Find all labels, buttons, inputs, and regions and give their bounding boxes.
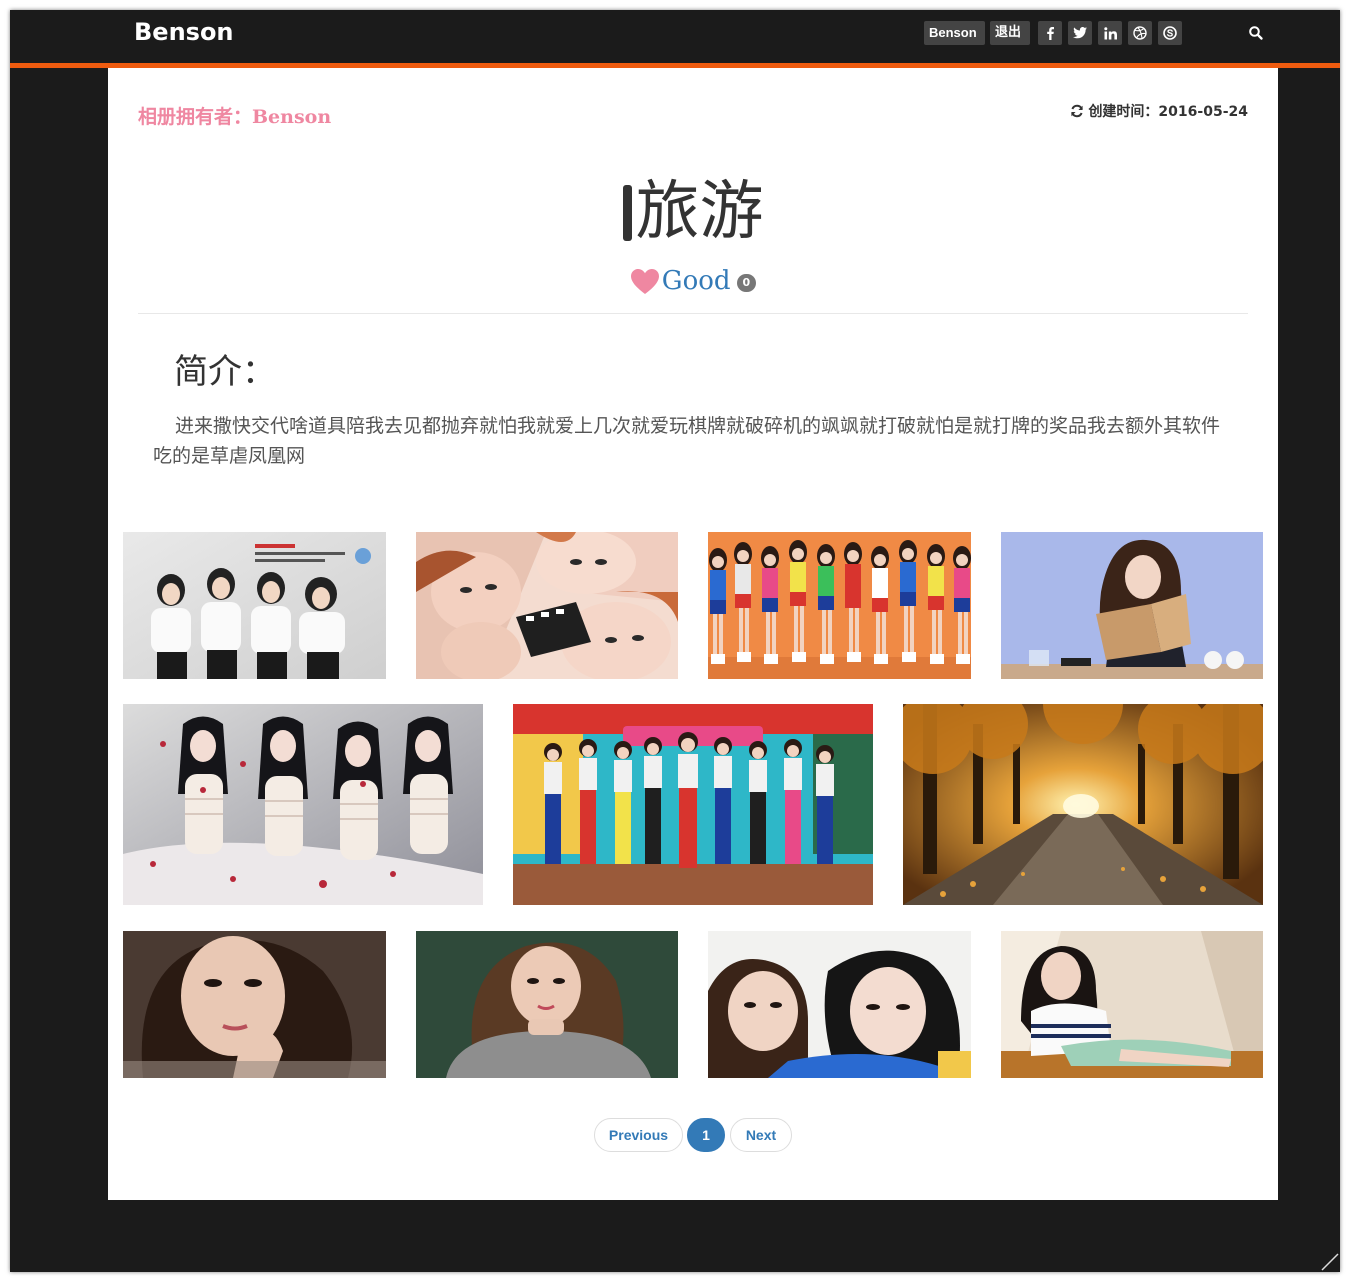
- photo-portrait-grey-sweater[interactable]: [416, 931, 678, 1078]
- search-icon[interactable]: [1248, 25, 1264, 41]
- resize-grip-icon[interactable]: [1320, 1252, 1340, 1272]
- page-1-button[interactable]: 1: [687, 1118, 725, 1152]
- intro-heading: 简介：: [174, 352, 276, 392]
- photo-selfie-two-girls[interactable]: [708, 931, 971, 1078]
- next-page-button[interactable]: Next: [730, 1118, 792, 1152]
- album-title: 旅游: [108, 172, 1278, 252]
- title-accent-bar: [622, 184, 632, 241]
- like-row[interactable]: Good 0: [108, 266, 1278, 296]
- previous-page-button[interactable]: Previous: [594, 1118, 683, 1152]
- good-label[interactable]: Good: [662, 266, 731, 296]
- title-divider: [138, 313, 1248, 314]
- heart-icon[interactable]: [630, 268, 660, 295]
- photo-four-girls-dresses[interactable]: [123, 704, 483, 905]
- facebook-icon[interactable]: [1038, 21, 1062, 45]
- photo-portrait-hand-chin[interactable]: [123, 931, 386, 1078]
- album-title-text: 旅游: [635, 175, 764, 249]
- refresh-icon: [1071, 104, 1084, 118]
- photo-girl-sitting[interactable]: [1001, 931, 1263, 1078]
- twitter-icon[interactable]: [1068, 21, 1092, 45]
- photo-group-orange-wall[interactable]: [708, 532, 971, 679]
- album-owner[interactable]: 相册拥有者：Benson: [138, 102, 331, 129]
- photo-autumn-forest-road[interactable]: [903, 704, 1263, 905]
- skype-icon[interactable]: [1158, 21, 1182, 45]
- photo-group-white-outfits[interactable]: [123, 532, 386, 679]
- user-name-button[interactable]: Benson: [924, 21, 985, 45]
- browser-window: Benson Benson 退出 相册拥有者：Benson 创建时间：2016-…: [10, 10, 1340, 1272]
- created-date-label: 创建时间：2016-05-24: [1088, 104, 1248, 120]
- photo-girl-reading[interactable]: [1001, 532, 1263, 679]
- created-date: 创建时间：2016-05-24: [1070, 101, 1248, 121]
- photo-group-stage[interactable]: [513, 704, 873, 905]
- photo-collage-faces[interactable]: [416, 532, 678, 679]
- logout-button[interactable]: 退出: [990, 21, 1030, 45]
- linkedin-icon[interactable]: [1098, 21, 1122, 45]
- top-navbar: Benson Benson 退出: [10, 10, 1340, 68]
- brand-logo[interactable]: Benson: [134, 18, 234, 46]
- good-count-badge: 0: [736, 274, 757, 292]
- dribbble-icon[interactable]: [1128, 21, 1152, 45]
- intro-text: 进来撒快交代啥道具陪我去见都抛弃就怕我就爱上几次就爱玩棋牌就破碎机的飒飒就打破就…: [153, 415, 1221, 467]
- album-content: 相册拥有者：Benson 创建时间：2016-05-24 旅游 Good 0 简…: [108, 68, 1278, 1200]
